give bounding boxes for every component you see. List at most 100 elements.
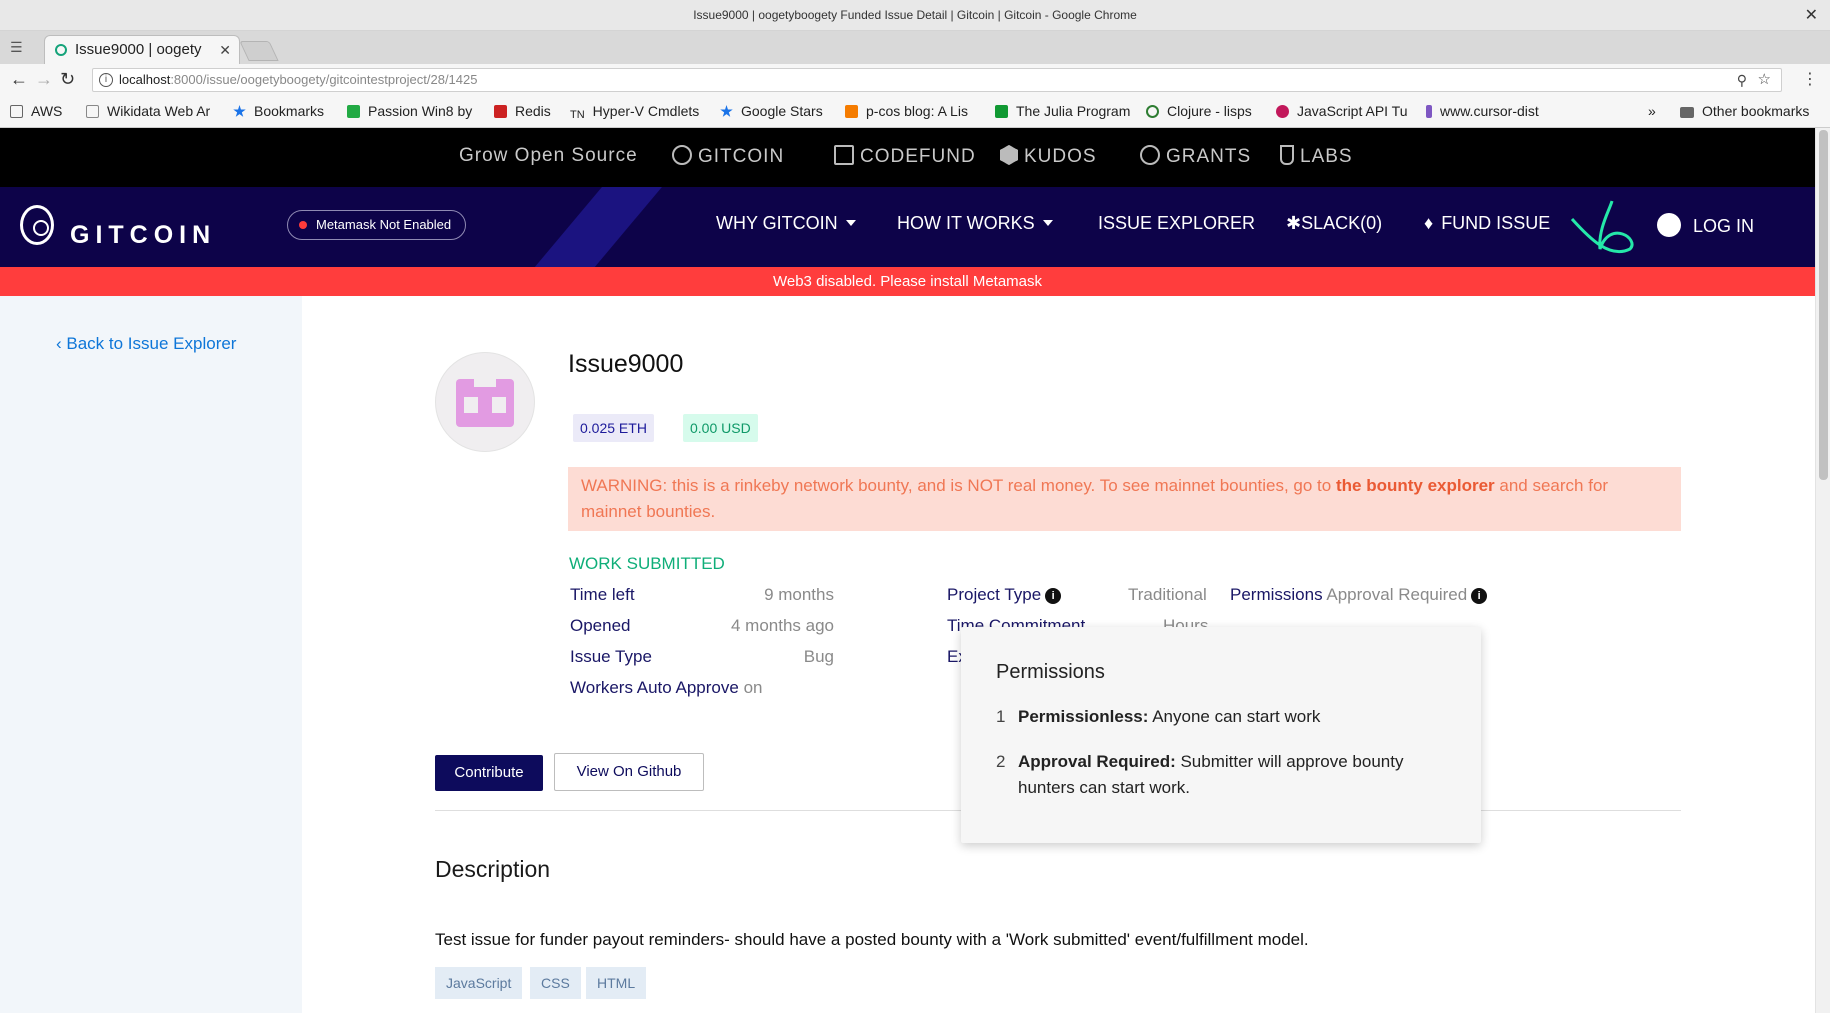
- time-left-label: Time left: [570, 585, 635, 604]
- passion-icon: [347, 105, 360, 118]
- contribute-button[interactable]: Contribute: [435, 755, 543, 791]
- permissions-row: Permissions Approval Required i: [1230, 585, 1488, 605]
- bookmark-item[interactable]: Bookmarks: [233, 103, 337, 119]
- chevron-down-icon: [1042, 220, 1053, 226]
- chevron-down-icon: [845, 220, 856, 226]
- project-type-row: Project Type i: [947, 585, 1062, 605]
- permissions-popover: Permissions 1 Permissionless: Anyone can…: [961, 627, 1481, 843]
- gitcoin-logo-icon[interactable]: [20, 205, 54, 245]
- tag-css[interactable]: CSS: [530, 967, 581, 999]
- popover-title: Permissions: [996, 661, 1105, 683]
- gear-icon: ✱: [1286, 213, 1302, 233]
- bookmark-item[interactable]: Wikidata Web Ar: [86, 103, 220, 119]
- gitcoin-top-nav: Grow Open Source GITCOIN CODEFUND KUDOS …: [0, 128, 1815, 187]
- why-gitcoin-menu[interactable]: WHY GITCOIN: [716, 213, 856, 234]
- description-text: Test issue for funder payout reminders- …: [435, 930, 1309, 949]
- window-titlebar: Issue9000 | oogetyboogety Funded Issue D…: [0, 0, 1830, 31]
- topnav-grants-link[interactable]: GRANTS: [1140, 145, 1251, 168]
- clojure-icon: [1146, 105, 1159, 118]
- how-it-works-menu[interactable]: HOW IT WORKS: [897, 213, 1053, 234]
- view-on-github-button[interactable]: View On Github: [554, 753, 704, 791]
- reload-icon[interactable]: ↻: [60, 69, 75, 90]
- info-icon[interactable]: i: [1471, 588, 1488, 604]
- zoom-icon[interactable]: ⚲: [1737, 69, 1747, 91]
- decorative-squiggle-icon: [1570, 200, 1634, 254]
- bookmark-item[interactable]: The Julia Program: [995, 103, 1133, 119]
- fund-issue-link[interactable]: ♦ FUND ISSUE: [1424, 213, 1550, 234]
- scrollbar-thumb[interactable]: [1819, 130, 1828, 480]
- javascript-icon: [1276, 105, 1289, 118]
- tn-icon: TN: [570, 109, 585, 121]
- topnav-kudos-link[interactable]: KUDOS: [1000, 145, 1097, 168]
- tag-html[interactable]: HTML: [586, 967, 647, 999]
- forward-arrow-icon[interactable]: →: [35, 69, 53, 90]
- kudos-icon: [1000, 145, 1018, 165]
- ethereum-icon: ♦: [1424, 213, 1434, 233]
- url-path: :8000/issue/oogetyboogety/gitcointestpro…: [170, 72, 478, 87]
- folder-icon: [1680, 107, 1694, 118]
- main-nav: GITCOIN Metamask Not Enabled WHY GITCOIN…: [0, 187, 1815, 267]
- bookmark-item[interactable]: TN Hyper-V Cmdlets: [570, 103, 708, 122]
- slack-link[interactable]: ✱SLACK(0): [1286, 213, 1382, 234]
- bookmark-item[interactable]: Google Stars: [720, 103, 836, 119]
- url-field[interactable]: i localhost:8000/issue/oogetyboogety/git…: [92, 68, 1782, 92]
- tab-close-icon[interactable]: ✕: [219, 36, 231, 64]
- codefund-icon: [834, 145, 854, 165]
- bookmarks-overflow-icon[interactable]: »: [1648, 103, 1656, 119]
- page-viewport: Grow Open Source GITCOIN CODEFUND KUDOS …: [0, 128, 1815, 1013]
- topnav-labs-link[interactable]: LABS: [1280, 145, 1353, 168]
- address-toolbar: ← → ↻ i localhost:8000/issue/oogetybooge…: [0, 64, 1830, 96]
- window-close-button[interactable]: ✕: [1805, 0, 1818, 31]
- opened-label: Opened: [570, 616, 631, 635]
- other-bookmarks[interactable]: Other bookmarks: [1680, 103, 1830, 119]
- issue-type-value: Bug: [803, 647, 834, 666]
- login-link[interactable]: LOG IN: [1657, 213, 1754, 237]
- permissions-value: Approval Required: [1326, 585, 1468, 604]
- bookmark-item[interactable]: www.cursor-dist: [1426, 103, 1562, 119]
- gitcoin-favicon-icon: [55, 44, 67, 56]
- auto-approve-value: on: [743, 678, 763, 697]
- back-to-explorer-link[interactable]: ‹ Back to Issue Explorer: [56, 334, 236, 354]
- grow-open-source-link[interactable]: Grow Open Source: [459, 145, 638, 167]
- new-tab-button[interactable]: [239, 41, 279, 61]
- window-title: Issue9000 | oogetyboogety Funded Issue D…: [693, 8, 1137, 22]
- metamask-status-label: Metamask Not Enabled: [316, 217, 452, 232]
- browser-tab[interactable]: Issue9000 | oogety ✕: [44, 35, 240, 64]
- tab-menu-icon[interactable]: ☰: [10, 39, 28, 55]
- issue-explorer-link[interactable]: ISSUE EXPLORER: [1098, 213, 1255, 234]
- gitcoin-icon: [672, 145, 692, 165]
- bookmark-item[interactable]: p-cos blog: A Lis: [845, 103, 983, 119]
- bookmark-item[interactable]: Passion Win8 by: [347, 103, 481, 119]
- auto-approve-label: Workers Auto Approve: [570, 678, 739, 697]
- grants-icon: [1140, 145, 1160, 165]
- eth-amount-badge: 0.025 ETH: [573, 414, 654, 442]
- issue-title: Issue9000: [568, 350, 684, 378]
- bookmark-item[interactable]: AWS: [10, 103, 76, 119]
- cursor-icon: [1426, 105, 1432, 118]
- site-info-icon[interactable]: i: [99, 73, 113, 87]
- topnav-gitcoin-link[interactable]: GITCOIN: [672, 145, 784, 168]
- tab-strip: ☰ Issue9000 | oogety ✕: [0, 31, 1830, 64]
- bounty-explorer-link[interactable]: the bounty explorer: [1336, 476, 1495, 495]
- bookmark-item[interactable]: JavaScript API Tu: [1276, 103, 1414, 119]
- blogger-icon: [845, 105, 858, 118]
- redis-icon: [494, 105, 507, 118]
- nav-decoration: [501, 187, 679, 267]
- star-icon: [720, 105, 733, 117]
- permissions-label: Permissions: [1230, 585, 1323, 604]
- page-scrollbar[interactable]: [1815, 128, 1830, 1013]
- bookmark-item[interactable]: Redis: [494, 103, 568, 119]
- popover-item: 2 Approval Required: Submitter will appr…: [996, 752, 1404, 797]
- info-icon[interactable]: i: [1045, 588, 1062, 604]
- bookmark-item[interactable]: Clojure - lisps: [1146, 103, 1266, 119]
- time-left-value: 9 months: [764, 585, 834, 604]
- page-icon: [86, 105, 99, 118]
- bookmark-star-icon[interactable]: ☆: [1758, 69, 1771, 91]
- topnav-codefund-link[interactable]: CODEFUND: [834, 145, 976, 168]
- back-arrow-icon[interactable]: ←: [10, 69, 28, 90]
- status-label: WORK SUBMITTED: [569, 554, 725, 573]
- chrome-menu-icon[interactable]: ⋮: [1802, 69, 1818, 89]
- tag-javascript[interactable]: JavaScript: [435, 967, 523, 999]
- gitcoin-logo-text[interactable]: GITCOIN: [70, 221, 216, 250]
- metamask-status-pill[interactable]: Metamask Not Enabled: [287, 210, 467, 240]
